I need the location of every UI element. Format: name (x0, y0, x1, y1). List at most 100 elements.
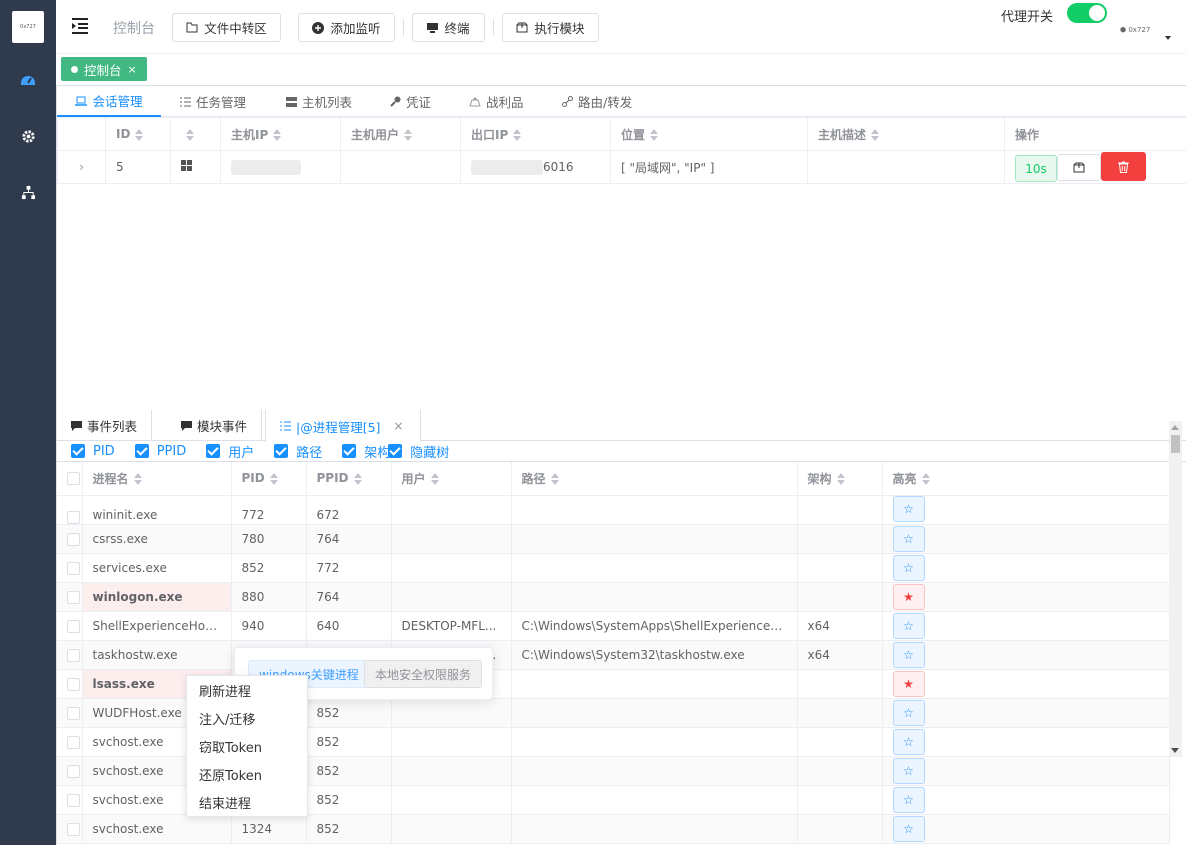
sort-icon[interactable] (871, 129, 880, 141)
col-header-host-ip[interactable]: 主机IP (220, 117, 341, 151)
sort-icon[interactable] (650, 129, 659, 141)
row-checkbox[interactable] (67, 735, 80, 749)
filter-hide-tree[interactable]: 隐藏树 (388, 442, 449, 461)
star-icon[interactable]: ☆ (892, 641, 925, 668)
col-header-egress-ip[interactable]: 出口IP (460, 117, 611, 151)
table-row[interactable]: csrss.exe 780 764 ☆ (57, 524, 1170, 554)
star-icon[interactable]: ☆ (892, 815, 925, 842)
checkbox[interactable] (134, 444, 149, 458)
row-checkbox[interactable] (67, 648, 80, 662)
tab-sessions[interactable]: 会话管理 (57, 86, 161, 117)
tab-routes[interactable]: 路由/转发 (562, 86, 632, 117)
checkbox[interactable] (342, 444, 357, 458)
filter-user[interactable]: 用户 (206, 442, 254, 461)
star-icon[interactable]: ☆ (892, 525, 925, 552)
sort-icon[interactable] (404, 129, 413, 141)
user-menu[interactable]: ⬢ 0x727 (1120, 26, 1150, 34)
col-header-location[interactable]: 位置 (610, 117, 808, 151)
tab-loot[interactable]: 战利品 (469, 86, 524, 117)
row-checkbox[interactable] (67, 677, 80, 691)
network-icon[interactable] (18, 182, 38, 202)
tab-hosts[interactable]: 主机列表 (286, 86, 352, 117)
table-row[interactable]: › 5 6016 [ "局域网", "IP" ] 10s (57, 150, 1186, 184)
tab-events[interactable]: 事件列表 (57, 410, 153, 441)
sort-icon[interactable] (550, 473, 559, 486)
col-header-ppid[interactable]: PPID (306, 462, 392, 496)
filter-ppid[interactable]: PPID (134, 444, 186, 459)
sort-icon[interactable] (353, 472, 362, 485)
row-checkbox[interactable] (67, 590, 80, 604)
star-icon[interactable]: ☆ (892, 757, 925, 784)
table-row[interactable]: ShellExperienceHost.exe 940 640 DESKTOP-MFL… (57, 611, 1170, 641)
col-header-pid[interactable]: PID (231, 462, 307, 496)
star-icon[interactable]: ★ (892, 583, 925, 610)
star-icon[interactable]: ☆ (892, 728, 925, 755)
menu-item-steal-token[interactable]: 窃取Token (187, 735, 307, 763)
col-header-highlight[interactable]: 高亮 (882, 462, 1170, 496)
sort-icon[interactable] (135, 128, 144, 141)
col-header-sort[interactable] (170, 117, 221, 151)
table-row[interactable]: taskhostw.exe9521568DESKTOP-MFL...C:\Win… (57, 640, 1170, 670)
caret-down-icon[interactable] (1165, 36, 1171, 40)
filter-arch[interactable]: 架构 (342, 442, 390, 461)
star-icon[interactable]: ☆ (892, 554, 925, 581)
row-checkbox[interactable] (67, 764, 80, 778)
star-icon[interactable]: ★ (892, 670, 925, 697)
star-icon[interactable]: ☆ (892, 495, 925, 522)
col-header-host-user[interactable]: 主机用户 (340, 117, 461, 151)
table-row[interactable]: services.exe 852 772 ☆ (57, 553, 1170, 583)
row-checkbox[interactable] (67, 510, 80, 523)
row-checkbox[interactable] (67, 561, 80, 575)
close-icon[interactable]: × (128, 63, 137, 76)
tab-tasks[interactable]: 任务管理 (180, 86, 246, 117)
run-module-button[interactable]: 执行模块 (502, 13, 599, 42)
row-checkbox[interactable] (67, 793, 80, 807)
star-icon[interactable]: ☆ (892, 699, 925, 726)
sleep-button[interactable]: 10s (1015, 155, 1057, 182)
scroll-down-icon[interactable] (1171, 748, 1179, 753)
table-row[interactable]: wininit.exe 772 672 ☆ (57, 495, 1170, 525)
dashboard-icon[interactable] (18, 70, 38, 90)
star-icon[interactable]: ☆ (892, 786, 925, 813)
scroll-up-icon[interactable] (1171, 425, 1179, 430)
col-header-path[interactable]: 路径 (511, 462, 798, 496)
scroll-thumb[interactable] (1171, 435, 1180, 453)
delete-button[interactable] (1101, 152, 1146, 181)
sort-icon[interactable] (273, 129, 282, 141)
sort-icon[interactable] (513, 129, 522, 141)
tab-credentials[interactable]: 凭证 (390, 86, 431, 117)
filter-pid[interactable]: PID (71, 444, 115, 459)
gear-icon[interactable] (18, 126, 38, 146)
close-icon[interactable]: × (393, 419, 403, 433)
select-all-checkbox[interactable] (67, 472, 80, 486)
row-checkbox[interactable] (67, 706, 80, 720)
menu-item-inject[interactable]: 注入/迁移 (187, 707, 307, 735)
sort-icon[interactable] (133, 473, 142, 486)
add-listener-button[interactable]: 添加监听 (298, 13, 395, 42)
sort-icon[interactable] (269, 472, 278, 485)
sort-icon[interactable] (836, 473, 845, 486)
menu-toggle-icon[interactable] (70, 16, 90, 36)
sort-icon[interactable] (430, 473, 439, 486)
terminal-button[interactable]: 终端 (412, 13, 485, 42)
module-button[interactable] (1057, 153, 1101, 181)
col-header-description[interactable]: 主机描述 (807, 117, 1005, 151)
tag-dashboard[interactable]: 控制台 × (61, 57, 147, 81)
row-checkbox[interactable] (67, 532, 80, 546)
expand-cell[interactable]: › (57, 150, 106, 184)
col-header-user[interactable]: 用户 (391, 462, 512, 496)
checkbox[interactable] (206, 444, 221, 458)
col-header-arch[interactable]: 架构 (797, 462, 883, 496)
star-icon[interactable]: ☆ (892, 612, 925, 639)
sort-icon[interactable] (186, 128, 194, 141)
menu-item-refresh[interactable]: 刷新进程 (187, 679, 307, 707)
table-row[interactable]: winlogon.exe 880 764 ★ (57, 582, 1170, 612)
col-header-name[interactable]: 进程名 (82, 462, 232, 496)
checkbox[interactable] (274, 444, 289, 458)
filter-path[interactable]: 路径 (274, 442, 322, 461)
menu-item-kill[interactable]: 结束进程 (187, 791, 307, 819)
row-checkbox[interactable] (67, 619, 80, 633)
proxy-switch[interactable] (1067, 3, 1107, 23)
sort-icon[interactable] (921, 473, 930, 486)
checkbox[interactable] (71, 444, 85, 458)
